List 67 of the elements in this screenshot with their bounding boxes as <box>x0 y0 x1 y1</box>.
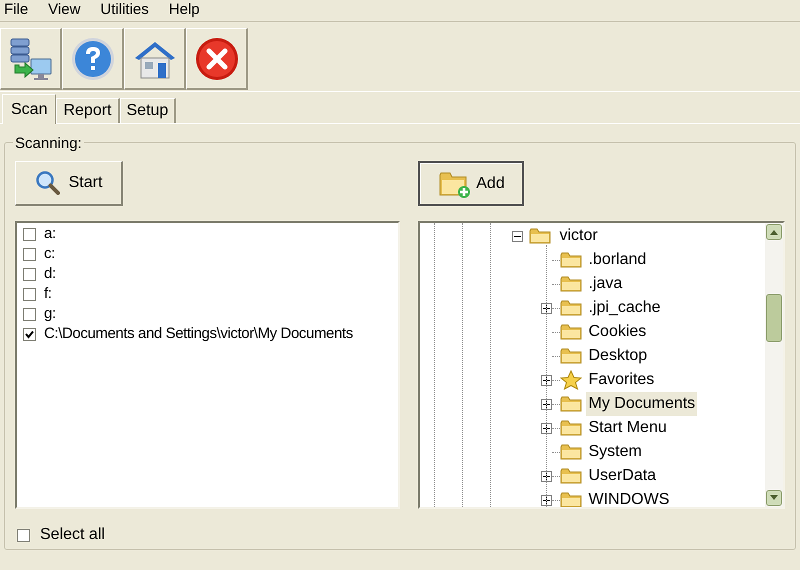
folder-icon <box>560 299 582 317</box>
expand-icon[interactable] <box>541 374 552 386</box>
menu-item[interactable]: View <box>48 0 80 22</box>
add-button[interactable]: Add <box>418 161 524 206</box>
select-all-checkbox[interactable] <box>17 528 30 542</box>
tree-item[interactable]: My Documents <box>586 392 698 416</box>
select-all-label: Select all <box>40 525 105 545</box>
toolbar-button[interactable] <box>0 28 62 90</box>
checkbox[interactable] <box>23 288 36 300</box>
scroll-up-button[interactable] <box>766 224 782 240</box>
tree-item[interactable]: .jpi_cache <box>586 296 663 320</box>
folder-icon <box>560 251 582 269</box>
folder-icon <box>560 275 582 293</box>
folder-icon <box>560 443 582 461</box>
tree-item[interactable]: Cookies <box>586 320 648 344</box>
menu-item[interactable]: Help <box>168 0 200 22</box>
caret-up-icon <box>770 229 778 235</box>
menu-item[interactable]: File <box>4 0 28 22</box>
folder-icon <box>560 395 582 413</box>
path-label: C:\Documents and Settings\victor\My Documents <box>44 324 353 344</box>
tree-item[interactable]: .java <box>586 272 624 296</box>
star-icon <box>560 370 582 390</box>
checkbox[interactable] <box>23 328 36 340</box>
path-label: c: <box>44 244 55 264</box>
tree-item[interactable]: .borland <box>586 248 648 272</box>
menu-item[interactable]: Utilities <box>100 0 149 22</box>
toolbar-button[interactable] <box>62 28 124 90</box>
path-label: d: <box>44 264 56 284</box>
tab[interactable]: Scan <box>2 94 56 124</box>
expand-icon[interactable] <box>541 398 552 410</box>
tree-item[interactable]: victor <box>557 224 600 248</box>
tree-item[interactable]: Start Menu <box>586 416 669 440</box>
tree-item[interactable]: UserData <box>586 464 658 488</box>
toolbar-button[interactable] <box>186 28 248 90</box>
checkbox[interactable] <box>23 268 36 280</box>
tree-item[interactable]: Desktop <box>586 344 650 368</box>
tree-item[interactable]: Favorites <box>586 368 656 392</box>
expander-icon[interactable] <box>512 230 524 242</box>
close-icon <box>194 36 240 82</box>
scroll-thumb[interactable] <box>766 294 782 342</box>
expand-icon[interactable] <box>541 422 552 434</box>
caret-down-icon <box>770 495 778 501</box>
search-icon <box>34 170 61 196</box>
expand-icon[interactable] <box>541 470 552 482</box>
scroll-down-button[interactable] <box>766 490 782 506</box>
start-button[interactable]: Start <box>15 161 123 206</box>
folder-icon <box>560 347 582 365</box>
path-label: a: <box>44 224 56 244</box>
tree-item[interactable]: WINDOWS <box>586 488 672 507</box>
checkbox[interactable] <box>23 308 36 320</box>
folder-icon <box>529 227 552 245</box>
toolbar-button[interactable] <box>124 28 186 90</box>
folder-icon <box>560 491 582 507</box>
path-label: g: <box>44 304 56 324</box>
scrollbar[interactable] <box>765 223 783 507</box>
folder-icon <box>560 323 582 341</box>
folder-icon <box>560 419 582 437</box>
checkbox[interactable] <box>23 248 36 260</box>
tab[interactable]: Report <box>56 98 120 123</box>
tree-item[interactable]: System <box>586 440 644 464</box>
checkbox[interactable] <box>23 228 36 240</box>
path-label: f: <box>44 284 52 304</box>
expand-icon[interactable] <box>541 302 552 314</box>
help-icon <box>70 36 116 82</box>
expand-icon[interactable] <box>541 494 552 506</box>
folder-icon <box>560 467 582 485</box>
tab[interactable]: Setup <box>120 98 176 123</box>
